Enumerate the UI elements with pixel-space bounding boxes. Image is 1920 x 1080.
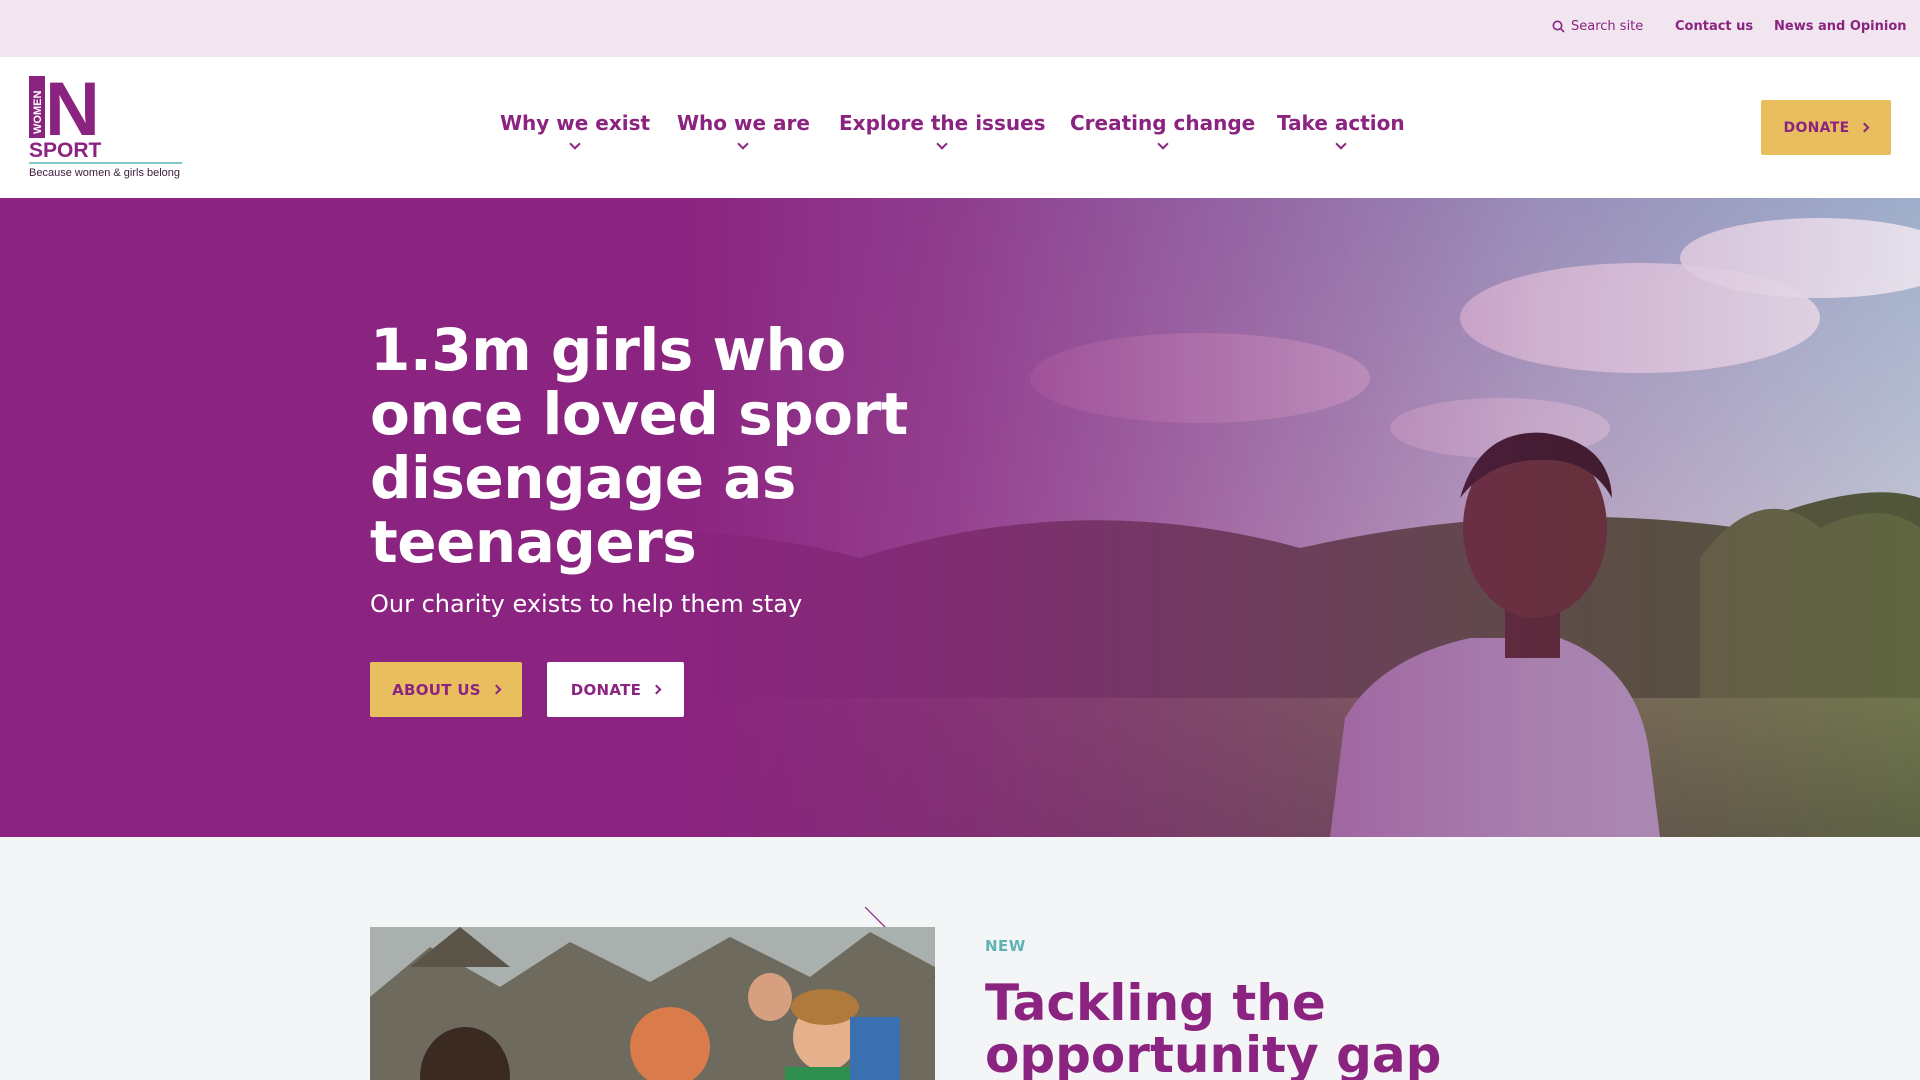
nav-item-why-we-exist[interactable]: Why we exist (500, 111, 651, 150)
hero-donate-button[interactable]: DONATE (547, 662, 684, 717)
chevron-right-icon (651, 684, 662, 695)
feature-tag: NEW (985, 937, 1026, 955)
chevron-down-icon (1335, 138, 1347, 150)
chevron-right-icon (491, 684, 502, 695)
nav-item-explore-the-issues[interactable]: Explore the issues (839, 111, 1046, 150)
nav-item-who-we-are[interactable]: Who we are (677, 111, 810, 150)
donate-label: DONATE (570, 680, 642, 699)
search-site-label: Search site (1571, 19, 1644, 34)
hero-banner: 1.3m girls who once loved sport disengag… (0, 198, 1920, 837)
nav-item-take-action[interactable]: Take action (1277, 111, 1405, 150)
hero-title: 1.3m girls who once loved sport disengag… (370, 316, 908, 576)
women-in-sport-logo: WOMEN N SPORT Because women & girls belo… (29, 67, 182, 179)
site-logo[interactable]: WOMEN N SPORT Because women & girls belo… (29, 67, 189, 180)
site-header: WOMEN N SPORT Because women & girls belo… (0, 57, 1920, 198)
chevron-right-icon (1860, 122, 1870, 133)
donate-label: DONATE (1783, 119, 1850, 136)
feature-section: NEW Tackling the opportunity gap (0, 837, 1920, 1080)
nav-item-creating-change[interactable]: Creating change (1070, 111, 1256, 150)
header-donate-button[interactable]: DONATE (1761, 100, 1891, 155)
about-us-label: ABOUT US (392, 680, 481, 699)
contact-us-link[interactable]: Contact us (1675, 19, 1753, 34)
hero-content: 1.3m girls who once loved sport disengag… (370, 318, 970, 618)
news-and-opinion-link[interactable]: News and Opinion (1774, 19, 1907, 34)
chevron-down-icon (737, 138, 750, 150)
feature-title[interactable]: Tackling the opportunity gap (985, 977, 1545, 1080)
nav-label: Why we exist (500, 111, 651, 135)
utility-bar: Search site Contact us News and Opinion (0, 0, 1920, 57)
logo-word-women: WOMEN (32, 91, 44, 134)
nav-label: Who we are (677, 111, 810, 135)
chevron-down-icon (1156, 138, 1169, 150)
chevron-down-icon (569, 138, 581, 150)
nav-label: Take action (1277, 111, 1405, 135)
logo-tagline: Because women & girls belong (29, 167, 180, 179)
hero-buttons: ABOUT US DONATE (370, 662, 684, 717)
children-playing-photo (370, 927, 935, 1080)
feature-image[interactable] (370, 927, 935, 1080)
nav-label: Creating change (1070, 111, 1256, 135)
search-icon (1552, 20, 1565, 33)
logo-word-sport: SPORT (29, 139, 102, 162)
hero-subtitle: Our charity exists to help them stay (370, 590, 803, 618)
chevron-down-icon (936, 138, 948, 150)
search-site-link[interactable]: Search site (1552, 19, 1643, 34)
about-us-button[interactable]: ABOUT US (370, 662, 522, 717)
nav-label: Explore the issues (839, 111, 1046, 135)
